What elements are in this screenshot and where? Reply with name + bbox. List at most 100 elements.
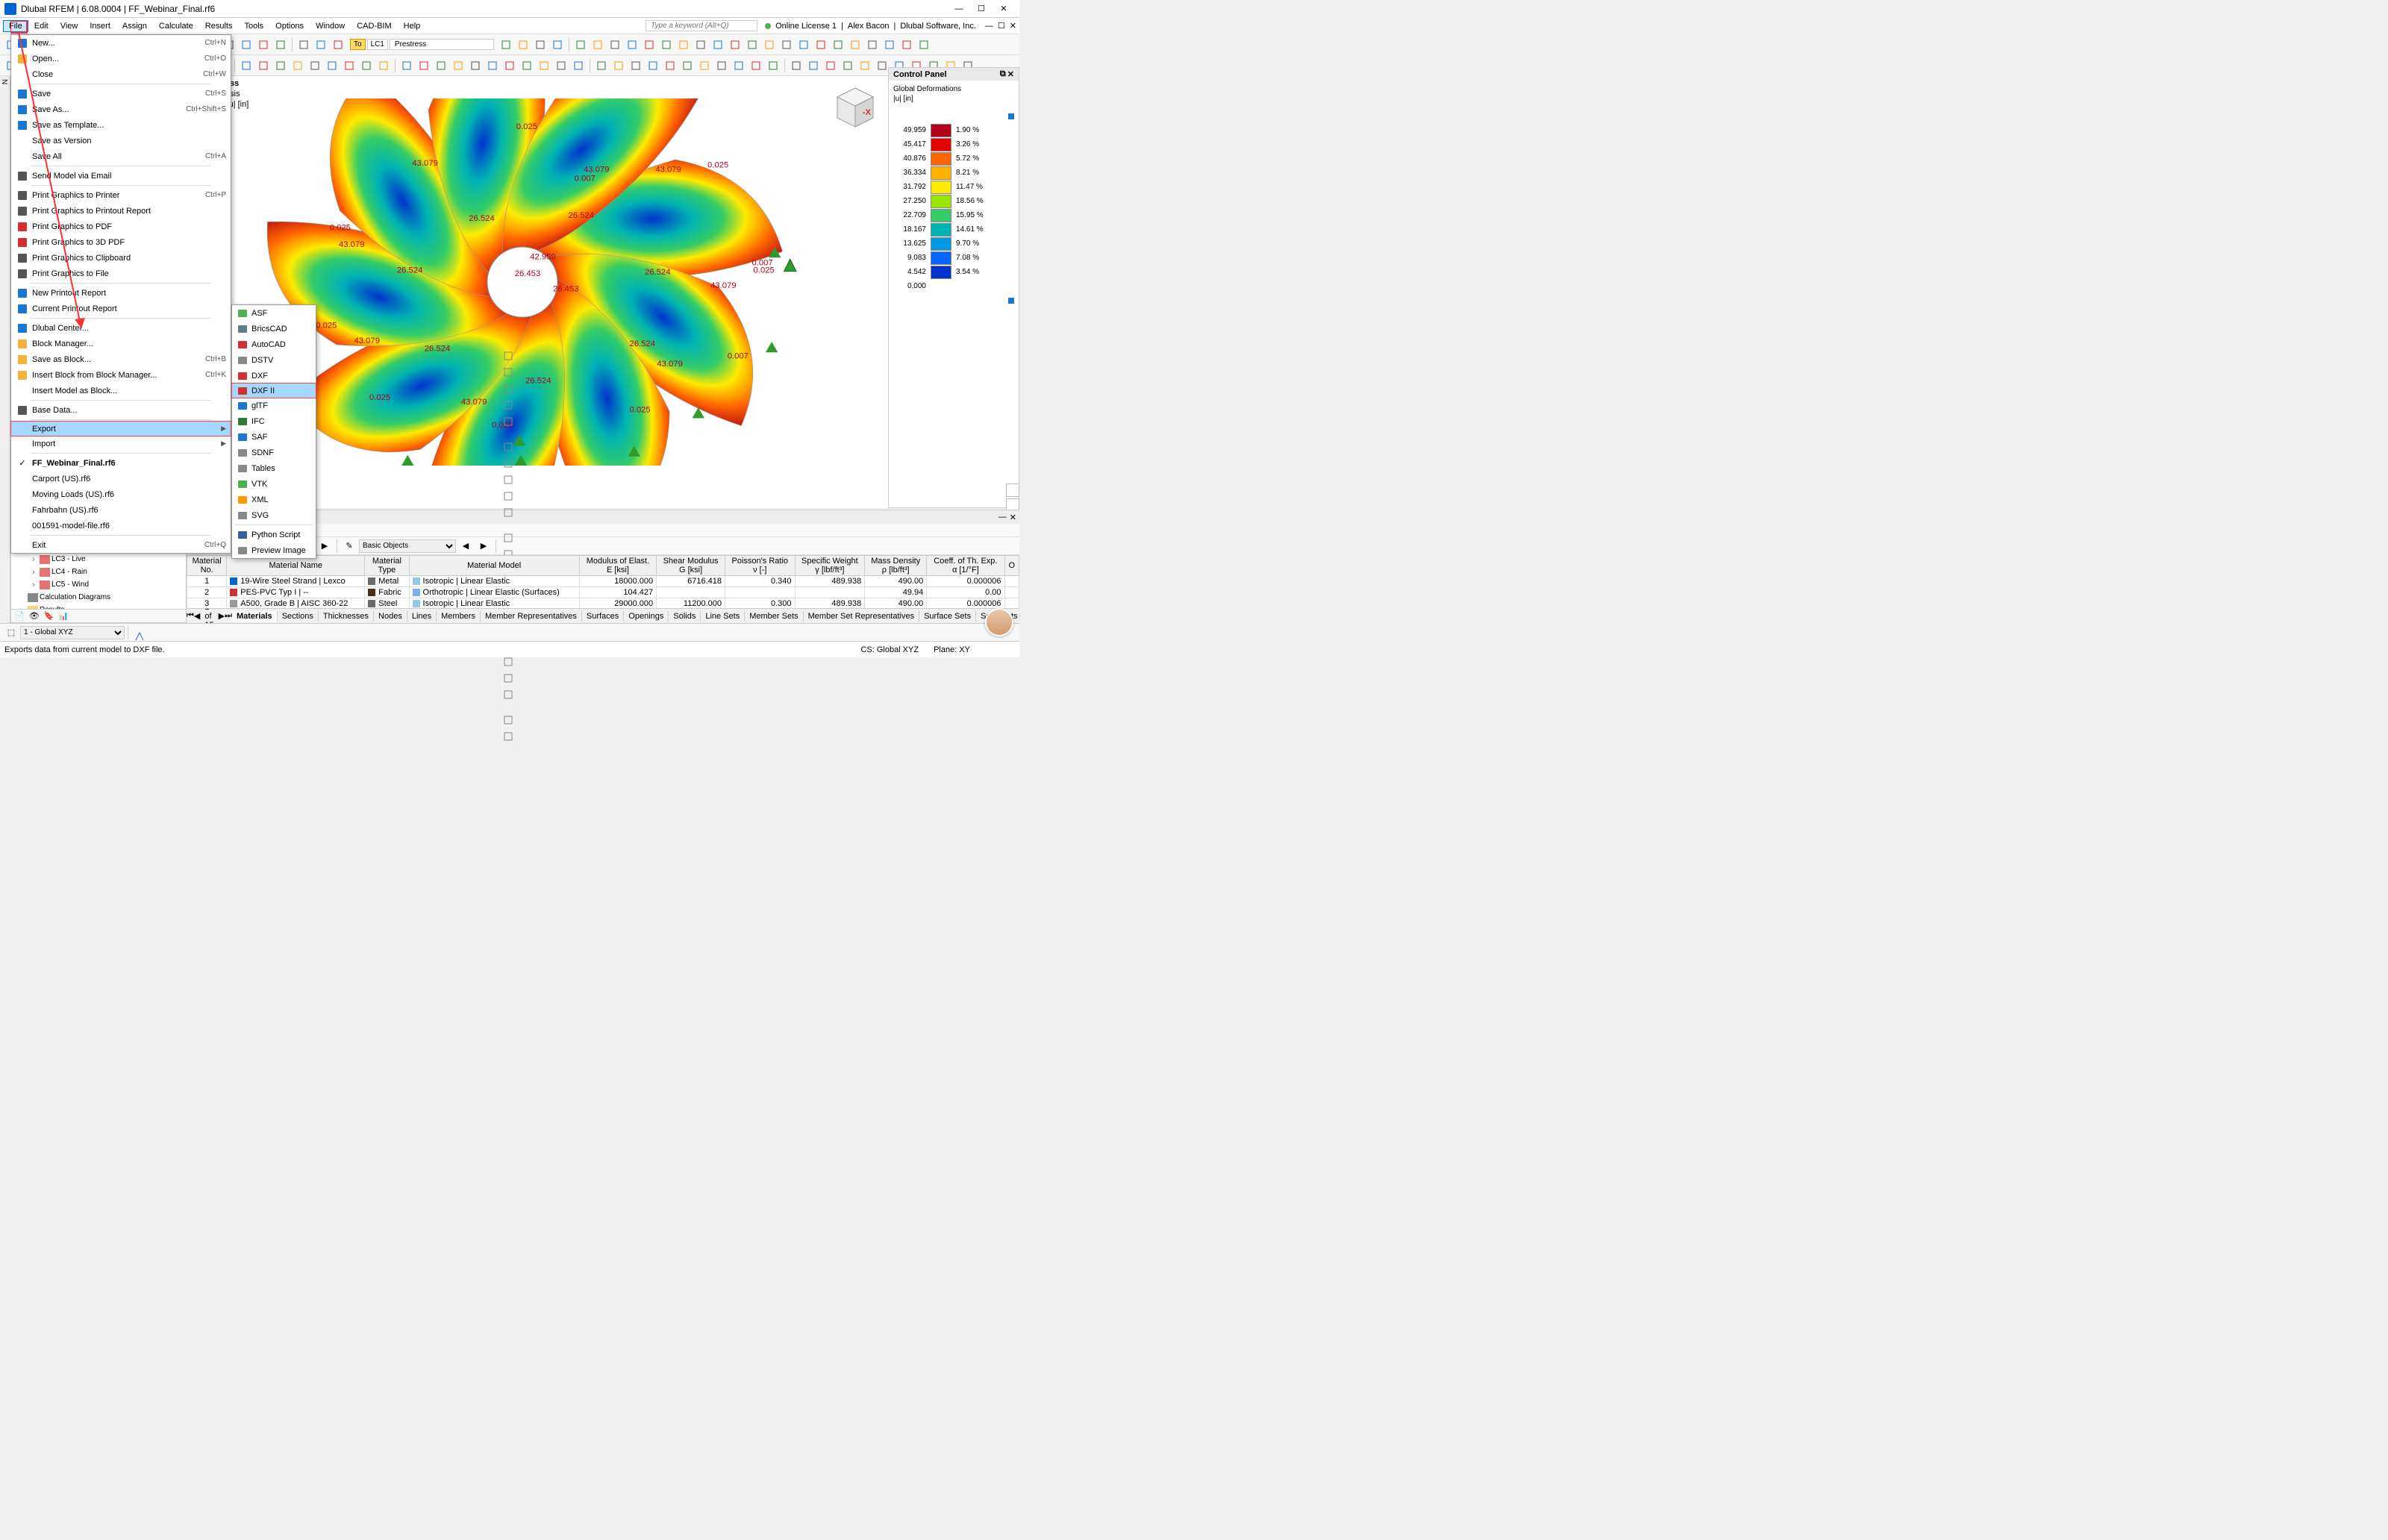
materials-grid[interactable]: MaterialNo.Material NameMaterialTypeMate… xyxy=(187,555,1019,608)
toolbar-button[interactable] xyxy=(813,37,829,53)
toolbar-button[interactable] xyxy=(532,37,548,53)
basic-objects-select[interactable]: Basic Objects xyxy=(359,539,456,553)
tab-nav-icon[interactable]: ▶ xyxy=(219,611,225,621)
file-menu-item[interactable]: Save as Template... xyxy=(11,117,231,133)
toolbar-button[interactable] xyxy=(416,57,432,74)
table-tab[interactable]: Thicknesses xyxy=(319,611,374,622)
toolbar-button[interactable] xyxy=(433,57,449,74)
toolbar-button[interactable] xyxy=(255,37,272,53)
export-item-preview-image[interactable]: Preview Image xyxy=(232,542,316,558)
table-tab[interactable]: Openings xyxy=(624,611,669,622)
menu-calculate[interactable]: Calculate xyxy=(153,20,199,32)
toolbar-button[interactable] xyxy=(590,37,606,53)
file-menu-item[interactable]: Print Graphics to Printout Report xyxy=(11,203,231,219)
toolbar-button[interactable] xyxy=(607,37,623,53)
export-item-dstv[interactable]: DSTV xyxy=(232,352,316,368)
nav-bottom-icon[interactable]: 🔖 xyxy=(44,611,54,621)
file-menu[interactable]: New...Ctrl+NOpen...Ctrl+OCloseCtrl+WSave… xyxy=(10,34,231,554)
toolbar-button[interactable] xyxy=(805,57,822,74)
file-menu-item[interactable]: Print Graphics to File xyxy=(11,266,231,281)
toolbar-button[interactable] xyxy=(765,57,781,74)
toolbar-button[interactable] xyxy=(498,37,514,53)
table-tab[interactable]: Member Representatives xyxy=(481,611,582,622)
export-item-saf[interactable]: SAF xyxy=(232,429,316,445)
export-item-ifc[interactable]: IFC xyxy=(232,413,316,429)
toolbar-button[interactable] xyxy=(593,57,610,74)
menu-view[interactable]: View xyxy=(54,20,84,32)
toolbar-button[interactable] xyxy=(324,57,340,74)
toolbar-button[interactable] xyxy=(881,37,898,53)
toolbar-button[interactable] xyxy=(761,37,778,53)
toolbar-button[interactable] xyxy=(272,37,289,53)
toolbar-button[interactable] xyxy=(572,37,589,53)
toolbar-button[interactable] xyxy=(788,57,804,74)
export-item-svg[interactable]: SVG xyxy=(232,507,316,523)
export-item-vtk[interactable]: VTK xyxy=(232,476,316,492)
table-tab[interactable]: Lines xyxy=(407,611,437,622)
file-menu-item[interactable]: Save As...Ctrl+Shift+S xyxy=(11,101,231,117)
cp-pin-icon[interactable]: ⧉ xyxy=(1000,69,1006,79)
table-toolbar-button[interactable] xyxy=(500,530,516,546)
table-toolbar-button[interactable] xyxy=(500,488,516,504)
help-icon[interactable]: ☐ xyxy=(998,21,1005,31)
file-menu-item[interactable]: Import▶ xyxy=(11,436,231,451)
nav-bottom-icon[interactable]: 📊 xyxy=(58,611,69,621)
table-toolbar-button[interactable] xyxy=(500,364,516,381)
toolbar-button[interactable] xyxy=(398,57,415,74)
toolbar-button[interactable] xyxy=(255,57,272,74)
file-menu-item[interactable]: Save AllCtrl+A xyxy=(11,148,231,164)
cs-icon[interactable]: ⬚ xyxy=(3,625,19,641)
table-toolbar-button[interactable] xyxy=(500,712,516,728)
file-menu-item[interactable]: 001591-model-file.rf6 xyxy=(11,518,231,533)
menu-options[interactable]: Options xyxy=(269,20,310,32)
toolbar-button[interactable] xyxy=(307,57,323,74)
table-toolbar-button[interactable] xyxy=(500,381,516,397)
table-toolbar-button[interactable] xyxy=(500,455,516,472)
file-menu-item[interactable]: Current Printout Report xyxy=(11,301,231,316)
col-header[interactable]: Modulus of Elast.E [ksi] xyxy=(579,556,656,576)
toolbar-button[interactable] xyxy=(675,37,692,53)
toolbar-button[interactable] xyxy=(549,37,566,53)
toolbar-button[interactable] xyxy=(658,37,675,53)
toolbar-button[interactable] xyxy=(840,57,856,74)
col-header[interactable]: Coeff. of Th. Exp.α [1/°F] xyxy=(927,556,1004,576)
combo-case[interactable]: Prestress xyxy=(390,39,494,50)
basic-icon[interactable]: ✎ xyxy=(341,538,357,554)
file-menu-item[interactable]: Print Graphics to 3D PDF xyxy=(11,234,231,250)
toolbar-button[interactable] xyxy=(727,37,743,53)
menu-edit[interactable]: Edit xyxy=(28,20,54,32)
table-toolbar-button[interactable] xyxy=(500,413,516,430)
toolbar-button[interactable] xyxy=(696,57,713,74)
nav-next-icon[interactable]: ▶ xyxy=(316,538,333,554)
toolbar-button[interactable] xyxy=(290,57,306,74)
tables-close-icon[interactable]: ✕ xyxy=(1010,513,1016,522)
tab-nav-icon[interactable]: ◀ xyxy=(194,611,200,621)
table-tab[interactable]: Materials xyxy=(232,611,278,622)
cp-close-icon[interactable]: ✕ xyxy=(1007,69,1014,79)
combo-lc[interactable]: LC1 xyxy=(367,39,388,50)
file-menu-item[interactable]: Fahrbahn (US).rf6 xyxy=(11,502,231,518)
menu-assign[interactable]: Assign xyxy=(116,20,153,32)
export-item-dxf[interactable]: DXF xyxy=(232,368,316,384)
file-menu-item[interactable]: Send Model via Email xyxy=(11,168,231,184)
menu-cad-bim[interactable]: CAD-BIM xyxy=(351,20,397,32)
toolbar-button[interactable] xyxy=(731,57,747,74)
table-toolbar-button[interactable] xyxy=(500,397,516,413)
toolbar-button[interactable] xyxy=(610,57,627,74)
toolbar-button[interactable] xyxy=(375,57,392,74)
nav-node[interactable]: ›LC5 - Wind xyxy=(11,578,186,591)
table-tab[interactable]: Nodes xyxy=(374,611,407,622)
export-item-gltf[interactable]: glTF xyxy=(232,398,316,413)
coord-system-select[interactable]: 1 - Global XYZ xyxy=(20,626,125,639)
table-tab[interactable]: Surfaces xyxy=(582,611,624,622)
table-toolbar-button[interactable] xyxy=(500,728,516,745)
export-item-asf[interactable]: ASF xyxy=(232,305,316,321)
file-menu-item[interactable]: Print Graphics to PrinterCtrl+P xyxy=(11,187,231,203)
export-item-autocad[interactable]: AutoCAD xyxy=(232,337,316,352)
table-tab[interactable]: Solids xyxy=(669,611,701,622)
export-item-sdnf[interactable]: SDNF xyxy=(232,445,316,460)
toolbar-button[interactable] xyxy=(847,37,863,53)
toolbar-button[interactable] xyxy=(822,57,839,74)
toolbar-button[interactable] xyxy=(570,57,587,74)
tab-nav-icon[interactable]: ⏭ xyxy=(225,611,232,621)
